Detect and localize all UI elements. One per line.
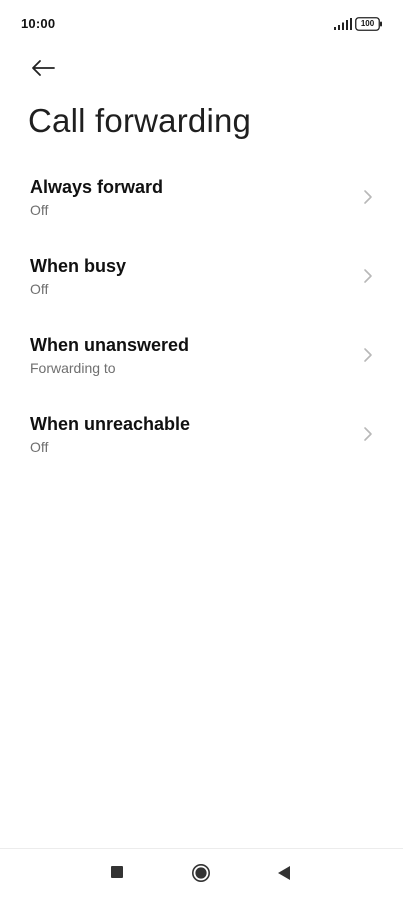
back-button[interactable] bbox=[24, 52, 64, 84]
chevron-right-icon bbox=[364, 427, 372, 441]
option-status: Forwarding to bbox=[30, 360, 116, 376]
status-bar: 10:00 100 bbox=[0, 0, 403, 48]
nav-back-button[interactable] bbox=[277, 865, 291, 881]
option-status: Off bbox=[30, 281, 49, 297]
option-when-busy[interactable]: When busy Off bbox=[0, 239, 403, 318]
signal-bars-icon bbox=[334, 18, 352, 30]
system-navigation-bar bbox=[0, 848, 403, 897]
page-title: Call forwarding bbox=[28, 102, 252, 139]
chevron-right-icon bbox=[364, 190, 372, 204]
option-title: When busy bbox=[30, 256, 127, 276]
option-when-unanswered[interactable]: When unanswered Forwarding to bbox=[0, 318, 403, 397]
recents-button[interactable] bbox=[111, 866, 125, 880]
triangle-left-icon bbox=[278, 866, 290, 880]
option-title: Always forward bbox=[30, 177, 164, 197]
chevron-right-icon bbox=[364, 348, 372, 362]
status-time: 10:00 bbox=[21, 16, 56, 31]
option-title: When unanswered bbox=[30, 335, 190, 355]
chevron-right-icon bbox=[364, 269, 372, 283]
battery-level: 100 bbox=[360, 19, 375, 28]
square-icon bbox=[111, 866, 123, 878]
option-title: When unreachable bbox=[30, 414, 191, 434]
option-when-unreachable[interactable]: When unreachable Off bbox=[0, 397, 403, 476]
option-always-forward[interactable]: Always forward Off bbox=[0, 160, 403, 239]
call-forwarding-options: Always forward Off When busy Off When un… bbox=[0, 160, 403, 476]
option-status: Off bbox=[30, 439, 49, 455]
arrow-left-icon bbox=[32, 60, 55, 76]
circle-icon bbox=[192, 864, 210, 882]
option-status: Off bbox=[30, 202, 49, 218]
home-button[interactable] bbox=[191, 863, 211, 883]
